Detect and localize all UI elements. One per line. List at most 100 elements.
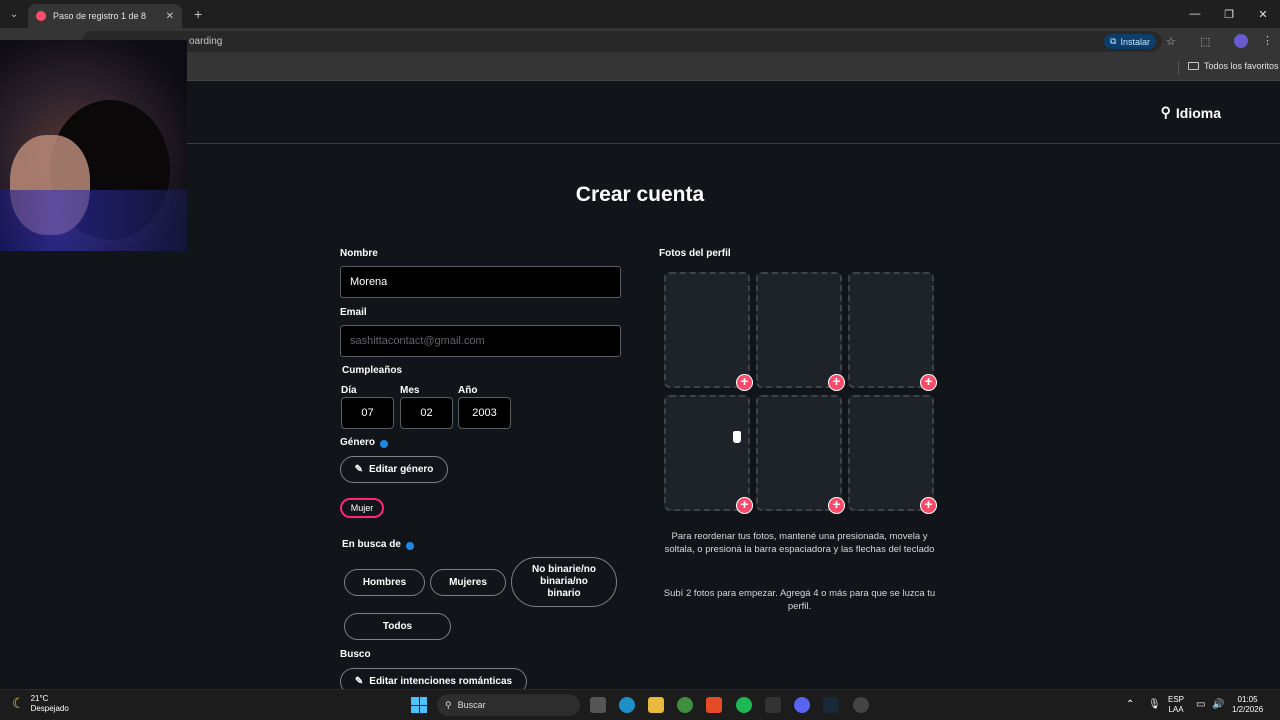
search-icon: ⚲ (445, 699, 452, 710)
menu-kebab-icon[interactable]: ⋮ (1262, 34, 1273, 47)
clock[interactable]: 01:05 1/2/2026 (1232, 695, 1263, 715)
year-label: Año (458, 385, 478, 396)
month-input[interactable]: 02 (400, 397, 453, 429)
add-photo-plus-icon[interactable]: + (828, 497, 845, 514)
day-input[interactable]: 07 (341, 397, 394, 429)
taskbar-search-label: Buscar (457, 700, 486, 710)
name-label: Nombre (340, 248, 378, 259)
language-label: Idioma (1175, 104, 1221, 121)
install-app-button[interactable]: ⧉ Instalar (1104, 34, 1156, 49)
seeking-option-mujeres[interactable]: Mujeres (430, 569, 506, 596)
moon-icon: ☾ (12, 695, 25, 712)
brave-icon[interactable] (706, 697, 722, 713)
seeking-option-hombres[interactable]: Hombres (344, 569, 425, 596)
discord-icon[interactable] (794, 697, 810, 713)
url-text: oarding (189, 36, 223, 47)
chrome-icon[interactable] (677, 697, 693, 713)
steam-icon[interactable] (823, 697, 839, 713)
email-input[interactable]: sashittacontact@gmail.com (340, 325, 621, 357)
install-icon: ⧉ (1110, 36, 1117, 46)
task-view-icon[interactable] (590, 697, 606, 713)
day-label: Día (341, 385, 357, 396)
input-language[interactable]: ESP LAA (1168, 695, 1184, 715)
tab-close-icon[interactable]: ✕ (166, 11, 174, 22)
install-label: Instalar (1120, 36, 1150, 47)
close-window-icon[interactable]: ✕ (1246, 0, 1280, 28)
tray-chevron-icon[interactable]: ⌃ (1126, 699, 1134, 712)
edge-icon[interactable] (619, 697, 635, 713)
url-field[interactable]: oarding (82, 31, 1162, 52)
weather-widget[interactable]: ☾ 21°C Despejado (12, 694, 69, 713)
photo-slot[interactable] (756, 395, 842, 511)
edit-intentions-label: Editar intenciones románticas (369, 675, 513, 687)
webcam-overlay (0, 40, 187, 251)
volume-icon[interactable]: 🔊 (1212, 699, 1224, 712)
windows-start-icon[interactable] (411, 697, 427, 713)
photos-label: Fotos del perfil (659, 248, 731, 259)
file-explorer-icon[interactable] (648, 697, 664, 713)
bookmarks-bar: Todos los favoritos (0, 55, 1280, 81)
tab-search-icon[interactable]: ⌄ (0, 0, 28, 28)
window-controls: — ❐ ✕ (1178, 0, 1280, 28)
reorder-hint: Para reordenar tus fotos, mantené una pr… (664, 531, 935, 556)
minimize-icon[interactable]: — (1178, 0, 1212, 28)
photo-slot[interactable] (664, 272, 750, 388)
looking-for-label: Busco (340, 649, 371, 660)
photo-slot[interactable] (848, 395, 934, 511)
all-bookmarks-label: Todos los favoritos (1204, 61, 1279, 71)
selected-gender-badge[interactable]: Mujer (340, 498, 384, 518)
windows-taskbar: ☾ 21°C Despejado ⚲ Buscar ⌃ 🎙 ESP LAA ▭ … (0, 689, 1280, 720)
month-label: Mes (400, 385, 420, 396)
add-photo-plus-icon[interactable]: + (920, 374, 937, 391)
edit-gender-label: Editar género (368, 463, 434, 475)
name-input[interactable]: Morena (340, 266, 621, 298)
new-tab-icon[interactable]: + (194, 6, 202, 22)
clock-time: 01:05 (1237, 695, 1258, 704)
browser-tab-bar: ⌄ Paso de registro 1 de 8 ✕ + — ❐ ✕ (0, 0, 1280, 28)
profile-avatar-icon[interactable] (1234, 34, 1248, 48)
obs-icon[interactable] (853, 697, 869, 713)
add-photo-plus-icon[interactable]: + (736, 374, 753, 391)
bookmarks-separator (1178, 61, 1179, 75)
signup-page: ⚲ Idioma Crear cuenta Nombre Morena Emai… (0, 81, 1280, 695)
birthday-label: Cumpleaños (342, 365, 403, 376)
add-photo-plus-icon[interactable]: + (828, 374, 845, 391)
gender-info-icon[interactable] (380, 440, 388, 448)
add-photo-plus-icon[interactable]: + (920, 497, 937, 514)
photo-slot[interactable] (848, 272, 934, 388)
lang-esp: ESP (1168, 695, 1185, 704)
page-title: Crear cuenta (575, 183, 705, 206)
seeking-option-no-binarie[interactable]: No binarie/no binaria/no binario (511, 557, 617, 607)
address-bar: oarding ⧉ Instalar ☆ ⬚ ⋮ (0, 28, 1280, 55)
lang-laa: LAA (1168, 705, 1184, 714)
seeking-label: En busca de (342, 539, 401, 550)
spotify-icon[interactable] (736, 697, 752, 713)
seeking-option-todos[interactable]: Todos (344, 613, 451, 640)
email-label: Email (340, 307, 367, 318)
gender-label: Género (340, 437, 376, 448)
active-tab[interactable]: Paso de registro 1 de 8 ✕ (28, 4, 182, 28)
page-header: ⚲ Idioma (187, 81, 1280, 144)
maximize-icon[interactable]: ❐ (1212, 0, 1246, 28)
photo-slot[interactable] (664, 395, 750, 511)
photo-slot[interactable] (756, 272, 842, 388)
language-selector[interactable]: ⚲ Idioma (1161, 104, 1221, 121)
extensions-icon[interactable]: ⬚ (1200, 35, 1210, 48)
microphone-icon[interactable]: 🎙 (1148, 699, 1161, 712)
language-icon: ⚲ (1160, 104, 1171, 120)
taskbar-search[interactable]: ⚲ Buscar (437, 694, 580, 716)
tinder-favicon-icon (36, 11, 46, 21)
edit-gender-button[interactable]: ✎ Editar género (340, 456, 448, 483)
tab-title: Paso de registro 1 de 8 (53, 11, 147, 21)
all-bookmarks-button[interactable]: Todos los favoritos (1188, 61, 1279, 71)
year-input[interactable]: 2003 (458, 397, 511, 429)
weather-temp: 21°C (30, 694, 49, 703)
add-photo-plus-icon[interactable]: + (736, 497, 753, 514)
clock-date: 1/2/2026 (1232, 705, 1264, 714)
bookmark-star-icon[interactable]: ☆ (1166, 35, 1176, 48)
webcam-light (0, 190, 187, 251)
display-icon[interactable]: ▭ (1196, 699, 1205, 712)
mouse-cursor-icon (733, 431, 741, 443)
seeking-info-icon[interactable] (406, 542, 414, 550)
epic-games-icon[interactable] (765, 697, 781, 713)
